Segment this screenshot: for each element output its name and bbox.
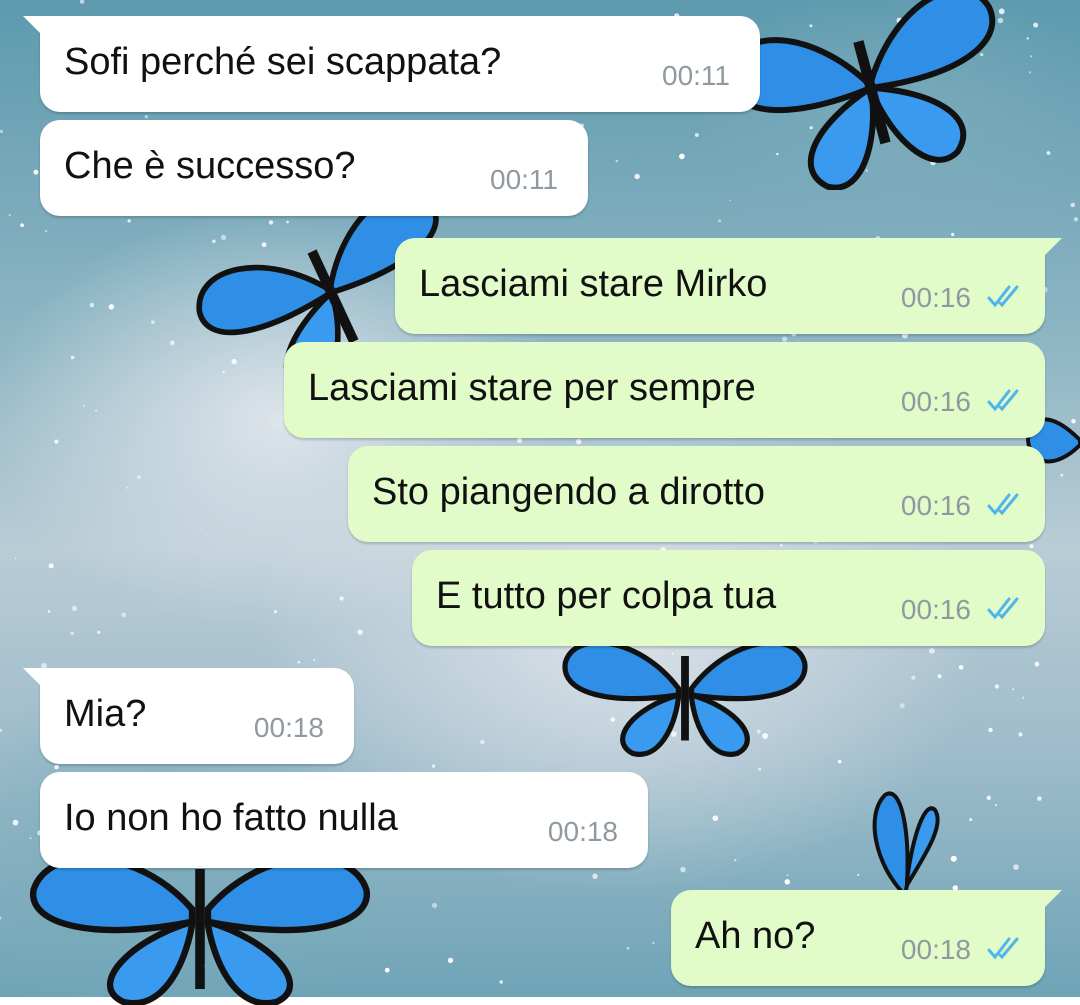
read-receipt-icon [987, 285, 1019, 308]
read-receipt-icon [987, 937, 1019, 960]
message-text: Sofi perché sei scappata? [64, 41, 502, 83]
message-bubble-outgoing[interactable]: Sto piangendo a dirotto 00:16 [348, 446, 1045, 542]
message-time: 00:18 [900, 934, 971, 965]
butterfly-decoration [562, 640, 808, 757]
message-text: E tutto per colpa tua [436, 575, 777, 617]
message-bubble-outgoing[interactable]: Lasciami stare per sempre 00:16 [284, 342, 1045, 438]
bubble-tail [23, 668, 41, 686]
message-text: Lasciami stare per sempre [308, 367, 756, 409]
message-time: 00:18 [253, 712, 324, 743]
message-bubble-incoming[interactable]: Io non ho fatto nulla 00:18 [40, 772, 648, 868]
message-text: Mia? [64, 693, 147, 735]
message-bubble-incoming[interactable]: Sofi perché sei scappata? 00:11 [23, 16, 760, 112]
message-bubble-outgoing[interactable]: Lasciami stare Mirko 00:16 [395, 238, 1062, 334]
message-time: 00:16 [900, 594, 971, 625]
message-bubble-outgoing[interactable]: Ah no? 00:18 [671, 890, 1062, 986]
message-time: 00:11 [662, 60, 730, 91]
read-receipt-icon [987, 597, 1019, 620]
message-text: Sto piangendo a dirotto [372, 471, 765, 513]
butterfly-decoration [872, 791, 940, 900]
message-time: 00:16 [900, 490, 971, 521]
message-bubble-incoming[interactable]: Che è successo? 00:11 [40, 120, 588, 216]
message-text: Io non ho fatto nulla [64, 797, 398, 839]
message-time: 00:18 [547, 816, 618, 847]
bubble-tail [1044, 890, 1062, 908]
read-receipt-icon [987, 493, 1019, 516]
message-time: 00:16 [900, 386, 971, 417]
message-bubble-incoming[interactable]: Mia? 00:18 [23, 668, 354, 764]
read-receipt-icon [987, 389, 1019, 412]
bubble-tail [23, 16, 41, 34]
message-text: Che è successo? [64, 145, 356, 187]
message-time: 00:16 [900, 282, 971, 313]
butterfly-decoration [724, 0, 996, 190]
bubble-tail [1044, 238, 1062, 256]
message-time: 00:11 [490, 164, 558, 195]
butterfly-decoration [30, 855, 370, 1005]
message-bubble-outgoing[interactable]: E tutto per colpa tua 00:16 [412, 550, 1045, 646]
message-text: Lasciami stare Mirko [419, 263, 768, 305]
message-text: Ah no? [695, 915, 816, 957]
